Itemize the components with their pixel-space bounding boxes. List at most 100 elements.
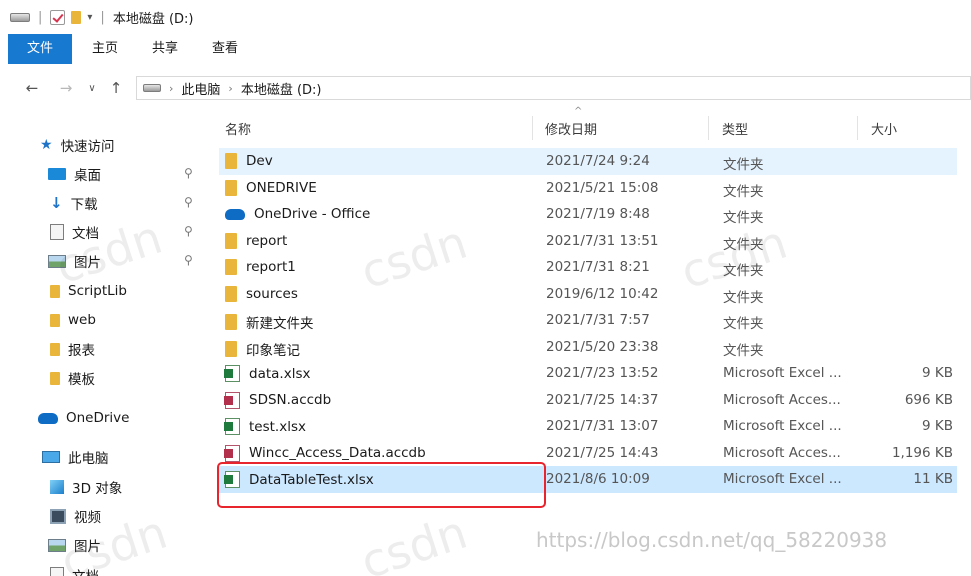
sidebar-item-templates[interactable]: 模板 — [50, 365, 95, 391]
file-date-cell: 2021/5/21 15:08 — [546, 179, 659, 196]
file-name-cell[interactable]: 新建文件夹 — [225, 312, 314, 332]
file-name-cell[interactable]: OneDrive - Office — [225, 206, 370, 222]
tab-view[interactable]: 查看 — [198, 34, 252, 64]
file-size-cell: 1,196 KB — [891, 444, 953, 461]
chevron-right-icon[interactable]: › — [228, 82, 232, 95]
file-name-cell[interactable]: report1 — [225, 259, 296, 275]
sidebar-item-reports[interactable]: 报表 — [50, 336, 95, 362]
file-name-text: data.xlsx — [249, 365, 311, 382]
file-name-cell[interactable]: report — [225, 232, 288, 249]
sidebar-item-label: 报表 — [68, 343, 95, 359]
video-icon — [50, 508, 66, 524]
column-divider[interactable] — [708, 116, 709, 140]
title-separator: | — [100, 9, 105, 25]
document-icon — [50, 567, 64, 576]
file-type-cell: 文件夹 — [723, 183, 764, 200]
file-row[interactable]: test.xlsx 2021/7/31 13:07 Microsoft Excel … — [219, 413, 957, 440]
column-header-row: ^ 名称 修改日期 类型 大小 — [205, 106, 971, 146]
sidebar-item-web[interactable]: web — [50, 307, 96, 333]
file-name-text: 印象笔记 — [246, 342, 300, 359]
file-name-cell[interactable]: SDSN.accdb — [224, 391, 331, 409]
new-folder-icon[interactable] — [71, 10, 82, 24]
file-row[interactable]: ONEDRIVE 2021/5/21 15:08 文件夹 — [219, 175, 957, 202]
excel-file-icon — [224, 365, 240, 382]
file-name-text: OneDrive - Office — [254, 206, 371, 222]
breadcrumb-this-pc[interactable]: 此电脑 — [181, 79, 220, 98]
file-type-cell: Microsoft Excel ... — [723, 418, 842, 434]
source-url-watermark: https://blog.csdn.net/qq_58220938 — [536, 528, 888, 552]
file-size-cell: 9 KB — [922, 365, 953, 381]
column-header-name[interactable]: 名称 — [225, 119, 251, 138]
file-row[interactable]: Dev 2021/7/24 9:24 文件夹 — [219, 148, 957, 175]
sidebar-item-this-pc[interactable]: 此电脑 — [42, 444, 109, 470]
folder-icon — [225, 153, 237, 169]
file-row[interactable]: SDSN.accdb 2021/7/25 14:37 Microsoft Acces… — [219, 387, 957, 414]
properties-icon[interactable] — [50, 9, 66, 25]
file-name-cell[interactable]: Dev — [225, 153, 273, 169]
column-header-size[interactable]: 大小 — [871, 119, 897, 138]
column-header-date[interactable]: 修改日期 — [545, 119, 597, 138]
file-name-cell[interactable]: data.xlsx — [224, 365, 311, 382]
folder-icon — [225, 340, 237, 357]
address-bar[interactable]: › 此电脑 › 本地磁盘 (D:) — [136, 76, 971, 100]
sidebar-item-desktop[interactable]: 桌面 — [48, 161, 101, 187]
pin-icon[interactable]: ⚲ — [184, 224, 193, 238]
file-row[interactable]: OneDrive - Office 2021/7/19 8:48 文件夹 — [219, 201, 957, 228]
column-header-type[interactable]: 类型 — [722, 119, 748, 138]
file-row[interactable]: 印象笔记 2021/5/20 23:38 文件夹 — [219, 334, 957, 361]
back-arrow-icon[interactable]: ← — [20, 79, 44, 97]
sidebar-item-label: web — [68, 312, 96, 328]
up-arrow-icon[interactable]: ↑ — [104, 79, 128, 97]
sidebar-item-label: 此电脑 — [68, 451, 109, 467]
tab-share[interactable]: 共享 — [138, 34, 192, 64]
title-bar: | ▾ | 本地磁盘 (D:) — [0, 0, 971, 34]
sidebar-item-downloads[interactable]: ↓ 下载 — [50, 190, 98, 216]
file-row[interactable]: 新建文件夹 2021/7/31 7:57 文件夹 — [219, 307, 957, 334]
sidebar-item-label: 模板 — [68, 372, 95, 388]
file-type-cell: 文件夹 — [723, 316, 764, 332]
desktop-icon — [48, 168, 66, 180]
pin-icon[interactable]: ⚲ — [184, 166, 193, 180]
file-name-cell[interactable]: test.xlsx — [224, 418, 306, 435]
tab-home[interactable]: 主页 — [78, 34, 132, 64]
chevron-right-icon[interactable]: › — [169, 82, 173, 95]
breadcrumb-drive-d[interactable]: 本地磁盘 (D:) — [241, 79, 322, 98]
file-name-text: ONEDRIVE — [246, 179, 317, 196]
pin-icon[interactable]: ⚲ — [184, 253, 193, 267]
star-icon: ★ — [40, 137, 53, 153]
sidebar-item-3d-objects[interactable]: 3D 对象 — [50, 474, 122, 500]
sort-ascending-icon: ^ — [574, 106, 583, 117]
file-date-cell: 2021/7/25 14:43 — [546, 444, 659, 461]
sidebar-item-onedrive[interactable]: OneDrive — [38, 405, 129, 431]
folder-icon — [50, 342, 60, 356]
sidebar-item-quick-access[interactable]: ★ 快速访问 — [40, 132, 115, 158]
title-separator: | — [38, 9, 43, 25]
file-name-cell[interactable]: Wincc_Access_Data.accdb — [224, 444, 426, 462]
column-divider[interactable] — [532, 116, 533, 140]
quick-access-dropdown-icon[interactable]: ▾ — [87, 12, 92, 23]
download-arrow-icon: ↓ — [50, 194, 63, 212]
file-date-cell: 2021/7/19 8:48 — [546, 206, 650, 222]
sidebar-item-label: OneDrive — [66, 410, 130, 426]
file-name-text: test.xlsx — [249, 418, 306, 435]
tab-file[interactable]: 文件 — [8, 34, 72, 64]
file-name-cell[interactable]: sources — [225, 285, 298, 302]
file-row[interactable]: report1 2021/7/31 8:21 文件夹 — [219, 254, 957, 281]
file-date-cell: 2021/5/20 23:38 — [546, 338, 659, 355]
file-name-text: sources — [246, 285, 298, 302]
file-type-cell: Microsoft Excel ... — [723, 365, 842, 381]
file-name-text: report — [246, 232, 288, 249]
file-row[interactable]: sources 2019/6/12 10:42 文件夹 — [219, 281, 957, 308]
file-row[interactable]: data.xlsx 2021/7/23 13:52 Microsoft Excel … — [219, 360, 957, 387]
file-name-cell[interactable]: ONEDRIVE — [225, 179, 317, 196]
recent-locations-chevron-icon[interactable]: ∨ — [80, 83, 104, 94]
sidebar-item-label: 快速访问 — [60, 139, 115, 155]
file-row[interactable]: report 2021/7/31 13:51 文件夹 — [219, 228, 957, 255]
file-name-cell[interactable]: 印象笔记 — [225, 339, 300, 359]
folder-icon — [225, 259, 237, 275]
pin-icon[interactable]: ⚲ — [184, 195, 193, 209]
forward-arrow-icon[interactable]: → — [54, 79, 78, 97]
csdn-watermark: csdn — [354, 504, 474, 576]
column-divider[interactable] — [857, 116, 858, 140]
file-date-cell: 2021/8/6 10:09 — [546, 471, 650, 487]
